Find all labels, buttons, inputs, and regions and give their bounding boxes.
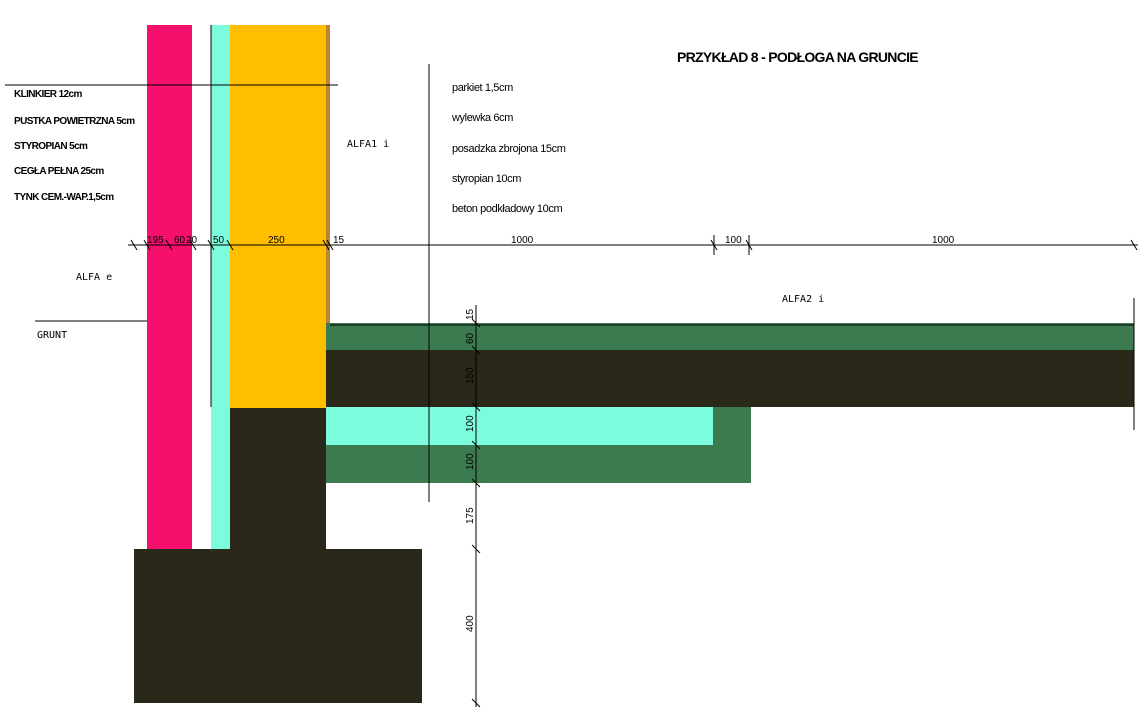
- vdim-175: 175: [465, 507, 476, 524]
- vdim-100-b: 100: [465, 453, 476, 470]
- brick-wall-layer: [230, 25, 326, 408]
- hdim-50: 50: [213, 235, 225, 246]
- plaster-layer: [326, 25, 330, 323]
- vdim-400: 400: [465, 615, 476, 632]
- styrofoam-floor-layer: [326, 407, 713, 445]
- wall-layer-label: CEGŁA PEŁNA 25cm: [14, 166, 104, 177]
- grunt-label: GRUNT: [37, 330, 67, 341]
- floor-layer-label: parkiet 1,5cm: [452, 82, 513, 94]
- hdim-1000-left: 1000: [511, 235, 534, 246]
- hdim-15: 15: [333, 235, 345, 246]
- wall-layer-label: KLINKIER 12cm: [14, 89, 82, 100]
- hdim-195: 195: [147, 235, 164, 246]
- alfa-e-label: ALFA e: [76, 272, 112, 283]
- hdim-60: 60: [174, 235, 186, 246]
- vdim-100-a: 100: [465, 415, 476, 432]
- alfa1-i-label: ALFA1 i: [347, 139, 389, 150]
- base-concrete-layer: [326, 445, 751, 483]
- floor-layer-list: parkiet 1,5cm wylewka 6cm posadzka zbroj…: [451, 82, 566, 215]
- parquet-screed-layer: [326, 323, 1134, 350]
- wall-layer-list: KLINKIER 12cm PUSTKA POWIETRZNA 5cm STYR…: [14, 89, 136, 203]
- wall-layer-label: PUSTKA POWIETRZNA 5cm: [14, 116, 135, 127]
- alfa2-i-label: ALFA2 i: [782, 294, 824, 305]
- wall-layer-label: STYROPIAN 5cm: [14, 141, 88, 152]
- hdim-20: 20: [186, 235, 198, 246]
- wall-layer-label: TYNK CEM.-WAP.1,5cm: [14, 192, 114, 203]
- drawing-title: PRZYKŁAD 8 - PODŁOGA NA GRUNCIE: [677, 49, 918, 65]
- hdim-1000-right: 1000: [932, 235, 955, 246]
- reinforced-floor-layer: [326, 350, 1134, 407]
- floor-layer-label: beton podkładowy 10cm: [452, 203, 562, 215]
- floor-layer-label: wylewka 6cm: [451, 112, 513, 124]
- hdim-100: 100: [725, 235, 742, 246]
- vdim-60: 60: [465, 332, 476, 344]
- vdim-150: 150: [465, 367, 476, 384]
- floor-layer-label: styropian 10cm: [452, 173, 521, 185]
- floor-layer-label: posadzka zbrojona 15cm: [452, 143, 566, 155]
- klinkier-layer: [147, 25, 192, 549]
- styrofoam-edge-green: [713, 407, 751, 445]
- hdim-250: 250: [268, 235, 285, 246]
- styropian-wall-layer: [211, 25, 230, 549]
- floor-on-ground-detail-drawing: 195 60 20 50 250 15 1000 100 1000 15 60 …: [5, 25, 1138, 708]
- vdim-15: 15: [465, 308, 476, 320]
